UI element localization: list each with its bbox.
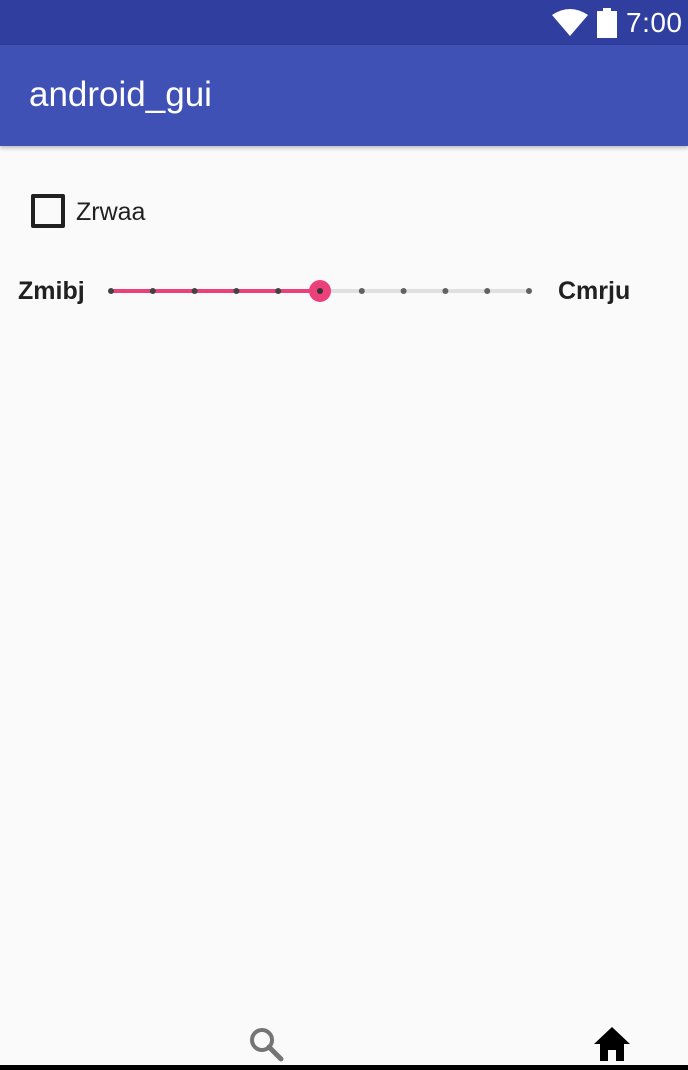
seekbar-tick xyxy=(400,288,407,294)
seekbar-min-label: Zmibj xyxy=(18,277,85,305)
seekbar-thumb-dot xyxy=(317,288,323,294)
app-title: android_gui xyxy=(29,75,212,114)
seekbar-tick xyxy=(108,288,114,294)
seekbar-tick xyxy=(191,288,198,294)
battery-icon xyxy=(597,8,617,38)
checkbox-label: Zrwaa xyxy=(76,198,146,226)
seekbar-tick xyxy=(233,288,240,294)
status-bar: 7:00 xyxy=(0,0,688,45)
seekbar-tick xyxy=(526,288,532,294)
seekbar-tick xyxy=(484,288,491,294)
checkbox[interactable] xyxy=(31,194,65,228)
app-bar: android_gui xyxy=(0,45,688,146)
status-time: 7:00 xyxy=(626,7,683,38)
seekbar-tick xyxy=(442,288,449,294)
seekbar[interactable] xyxy=(100,271,540,311)
seekbar-tick xyxy=(358,288,365,294)
seekbar-tick xyxy=(149,288,156,294)
seekbar-max-label: Cmrju xyxy=(558,277,631,305)
home-icon[interactable] xyxy=(593,1025,631,1063)
wifi-icon xyxy=(552,9,588,36)
search-icon[interactable] xyxy=(248,1026,284,1062)
seekbar-tick xyxy=(275,288,282,294)
bottom-edge xyxy=(0,1065,688,1070)
